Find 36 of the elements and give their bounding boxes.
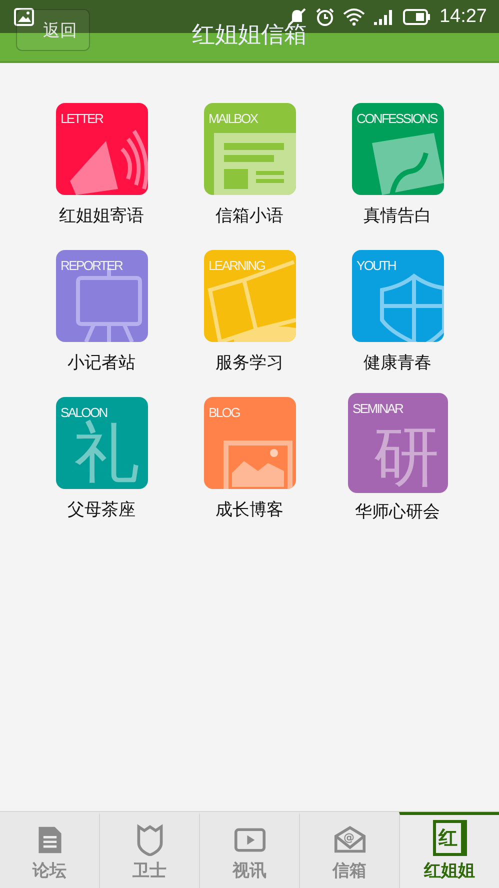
book-icon: 红 [432, 820, 466, 856]
category-icon: LEARNING [204, 250, 296, 342]
category-icon: SALOON 礼 [56, 397, 148, 489]
back-button[interactable]: 返回 [16, 9, 90, 51]
category-tile[interactable]: LETTER 红姐姐寄语 [28, 101, 176, 227]
wifi-icon [343, 8, 366, 26]
category-label: 服务学习 [216, 352, 284, 374]
category-label: 真情告白 [364, 205, 432, 227]
category-icon: CONFESSIONS [352, 103, 444, 195]
category-label: 父母茶座 [68, 499, 136, 521]
tab[interactable]: 红 红姐姐 [399, 812, 499, 888]
category-label: 红姐姐寄语 [59, 205, 144, 227]
category-tile[interactable]: SEMINAR 研 华师心研会 [324, 395, 472, 523]
category-tile[interactable]: LEARNING 服务学习 [176, 248, 324, 374]
category-label: 健康青春 [364, 352, 432, 374]
category-tile[interactable]: MAILBOX 信箱小语 [176, 101, 324, 227]
category-tile[interactable]: YOUTH 健康青春 [324, 248, 472, 374]
page-title: 红姐姐信箱 [192, 21, 307, 49]
category-icon: YOUTH [352, 250, 444, 342]
category-label: 华师心研会 [355, 501, 440, 523]
category-tile[interactable]: CONFESSIONS 真情告白 [324, 101, 472, 227]
alarm-icon [315, 6, 336, 26]
category-icon: MAILBOX [204, 103, 296, 195]
category-label: 成长博客 [216, 499, 284, 521]
image-notification-icon [14, 8, 34, 26]
category-tile[interactable]: SALOON 礼 父母茶座 [28, 395, 176, 523]
category-tile[interactable]: BLOG 成长博客 [176, 395, 324, 523]
category-icon: LETTER [56, 103, 148, 195]
category-label: 小记者站 [68, 352, 136, 374]
category-label: 信箱小语 [216, 205, 284, 227]
battery-icon [403, 8, 432, 24]
category-tile[interactable]: REPORTER 小记者站 [28, 248, 176, 374]
category-icon: SEMINAR 研 [348, 393, 448, 493]
category-icon: REPORTER [56, 250, 148, 342]
category-icon: BLOG [204, 397, 296, 489]
clock-time: 14:27 [439, 6, 487, 28]
